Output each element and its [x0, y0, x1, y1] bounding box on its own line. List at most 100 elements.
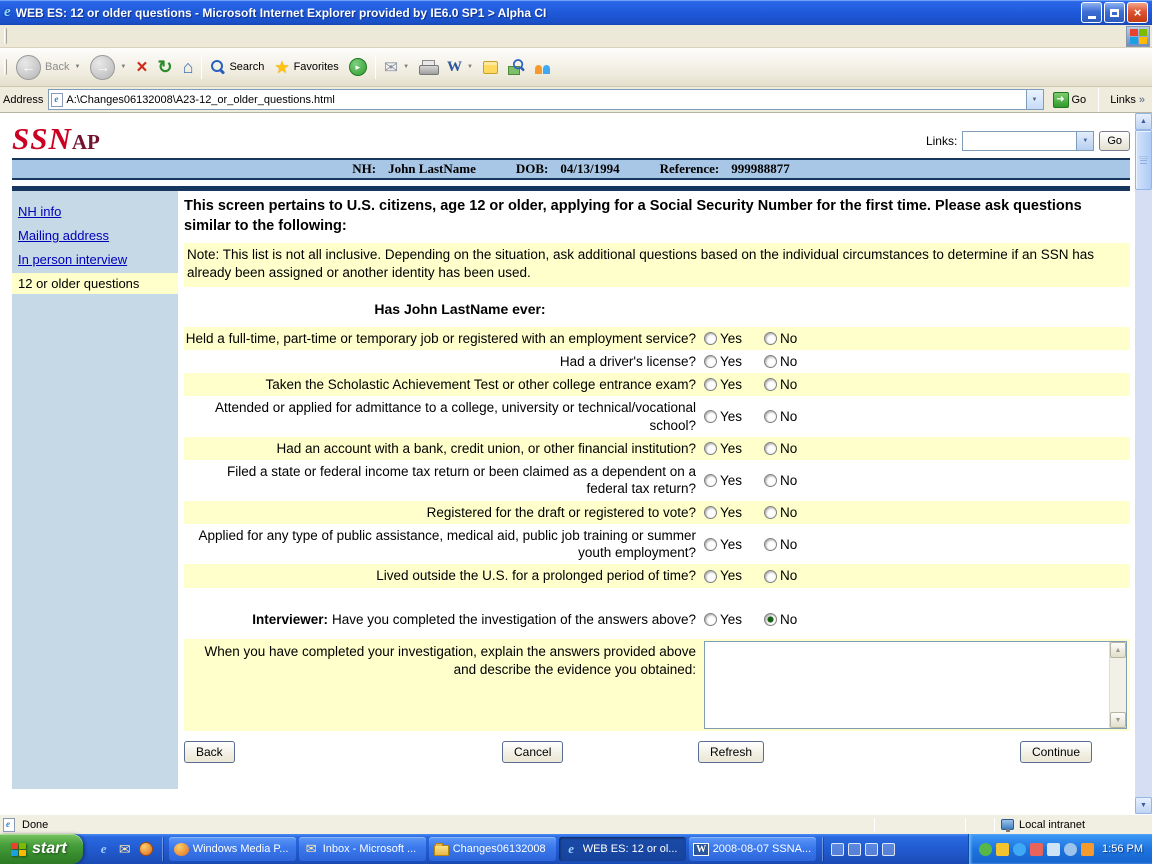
links-chevron-icon[interactable]: »	[1139, 94, 1145, 106]
toolbar-grip[interactable]	[4, 59, 7, 75]
tray-icon[interactable]	[1047, 843, 1060, 856]
form-continue-button[interactable]: Continue	[1020, 741, 1092, 763]
menu-item[interactable]	[27, 32, 43, 40]
edit-dropdown-chevron[interactable]: ▼	[467, 64, 473, 70]
yes-option[interactable]: Yes	[704, 330, 764, 347]
search-button[interactable]: Search	[205, 50, 269, 84]
maximize-button[interactable]	[1104, 2, 1125, 23]
links-toolbar[interactable]: Links »	[1106, 94, 1149, 106]
menu-item[interactable]	[59, 32, 75, 40]
quicklaunch-mail-icon[interactable]: ✉	[117, 841, 133, 857]
sidebar-link[interactable]: 12 or older questions	[18, 276, 139, 291]
textarea-scrollbar[interactable]: ▲ ▼	[1109, 642, 1126, 728]
tray-icon[interactable]	[1081, 843, 1094, 856]
yes-option[interactable]: Yes	[704, 504, 764, 521]
no-option[interactable]: No	[764, 330, 797, 347]
quicklaunch-media-icon[interactable]	[138, 841, 154, 857]
yes-option[interactable]: Yes	[704, 353, 764, 370]
no-radio[interactable]	[764, 506, 777, 519]
yes-option[interactable]: Yes	[704, 440, 764, 457]
no-radio[interactable]	[764, 538, 777, 551]
yes-radio[interactable]	[704, 355, 717, 368]
yes-radio[interactable]	[704, 378, 717, 391]
yes-radio[interactable]	[704, 442, 717, 455]
sidebar-item[interactable]: In person interview	[12, 249, 178, 270]
refresh-button[interactable]: ↻	[152, 50, 177, 84]
go-button[interactable]: ➜ Go	[1048, 89, 1092, 110]
page-links-select[interactable]: ▼	[962, 131, 1094, 151]
forward-dropdown-chevron[interactable]: ▼	[120, 64, 126, 70]
back-dropdown-chevron[interactable]: ▼	[74, 64, 80, 70]
yes-option[interactable]: Yes	[704, 472, 764, 489]
forward-button[interactable]: → ▼	[85, 50, 131, 84]
yes-radio[interactable]	[704, 474, 717, 487]
start-button[interactable]: start	[0, 834, 83, 864]
print-button[interactable]	[414, 50, 442, 84]
scroll-up-icon[interactable]: ▲	[1110, 642, 1126, 658]
yes-radio[interactable]	[704, 410, 717, 423]
no-option[interactable]: No	[764, 504, 797, 521]
tray-icon[interactable]	[1064, 843, 1077, 856]
minimize-button[interactable]	[1081, 2, 1102, 23]
back-button[interactable]: ← Back ▼	[11, 50, 85, 84]
interviewer-no-option[interactable]: No	[764, 611, 797, 628]
vertical-scrollbar[interactable]: ▲ ▼	[1135, 113, 1152, 814]
no-option[interactable]: No	[764, 440, 797, 457]
scroll-down-icon[interactable]: ▼	[1110, 712, 1126, 728]
tray-icon[interactable]	[1030, 843, 1043, 856]
scrollbar-thumb[interactable]	[1135, 130, 1152, 190]
no-radio[interactable]	[764, 332, 777, 345]
mail-dropdown-chevron[interactable]: ▼	[403, 64, 409, 70]
taskbar-task-button[interactable]: Windows Media P...	[169, 837, 296, 861]
media-button[interactable]: ▸	[344, 50, 372, 84]
yes-option[interactable]: Yes	[704, 536, 764, 553]
page-links-go-button[interactable]: Go	[1099, 131, 1130, 151]
interviewer-yes-radio[interactable]	[704, 613, 717, 626]
no-radio[interactable]	[764, 378, 777, 391]
yes-radio[interactable]	[704, 570, 717, 583]
no-option[interactable]: No	[764, 353, 797, 370]
no-option[interactable]: No	[764, 567, 797, 584]
taskbar-task-button[interactable]: WEB ES: 12 or ol...	[559, 837, 686, 861]
scroll-down-button[interactable]: ▼	[1135, 797, 1152, 814]
taskbar-toolbar-icon[interactable]	[831, 843, 844, 856]
edit-word-button[interactable]: W ▼	[442, 50, 478, 84]
form-back-button[interactable]: Back	[184, 741, 235, 763]
menu-item[interactable]	[11, 32, 27, 40]
sidebar-link[interactable]: In person interview	[18, 252, 127, 267]
scroll-up-button[interactable]: ▲	[1135, 113, 1152, 130]
sidebar-link[interactable]: Mailing address	[18, 228, 109, 243]
form-cancel-button[interactable]: Cancel	[502, 741, 563, 763]
taskbar-task-button[interactable]: Inbox - Microsoft ...	[299, 837, 426, 861]
tray-icon[interactable]	[979, 843, 992, 856]
menu-item[interactable]	[75, 32, 91, 40]
no-radio[interactable]	[764, 442, 777, 455]
home-button[interactable]: ⌂	[178, 50, 199, 84]
sidebar-item[interactable]: NH info	[12, 201, 178, 222]
sidebar-link[interactable]: NH info	[18, 204, 61, 219]
address-dropdown-arrow[interactable]: ▼	[1026, 90, 1043, 109]
no-option[interactable]: No	[764, 536, 797, 553]
tray-icon[interactable]	[1013, 843, 1026, 856]
menu-item[interactable]	[91, 32, 107, 40]
address-input[interactable]	[66, 94, 1025, 106]
close-button[interactable]: ×	[1127, 2, 1148, 23]
yes-radio[interactable]	[704, 332, 717, 345]
no-radio[interactable]	[764, 570, 777, 583]
combo-arrow-icon[interactable]: ▼	[1076, 132, 1093, 150]
tray-icon[interactable]	[996, 843, 1009, 856]
yes-radio[interactable]	[704, 506, 717, 519]
no-option[interactable]: No	[764, 376, 797, 393]
yes-option[interactable]: Yes	[704, 408, 764, 425]
stop-button[interactable]: ×	[131, 50, 152, 84]
no-radio[interactable]	[764, 355, 777, 368]
messenger-button[interactable]	[529, 50, 556, 84]
interviewer-yes-option[interactable]: Yes	[704, 611, 764, 628]
taskbar-task-button[interactable]: 2008-08-07 SSNA...	[689, 837, 816, 861]
no-radio[interactable]	[764, 474, 777, 487]
explanation-textarea[interactable]: ▲ ▼	[704, 641, 1127, 729]
favorites-button[interactable]: ★ Favorites	[269, 50, 344, 84]
taskbar-toolbar-icon[interactable]	[865, 843, 878, 856]
menu-item[interactable]	[43, 32, 59, 40]
address-input-wrap[interactable]: ▼	[48, 89, 1043, 110]
